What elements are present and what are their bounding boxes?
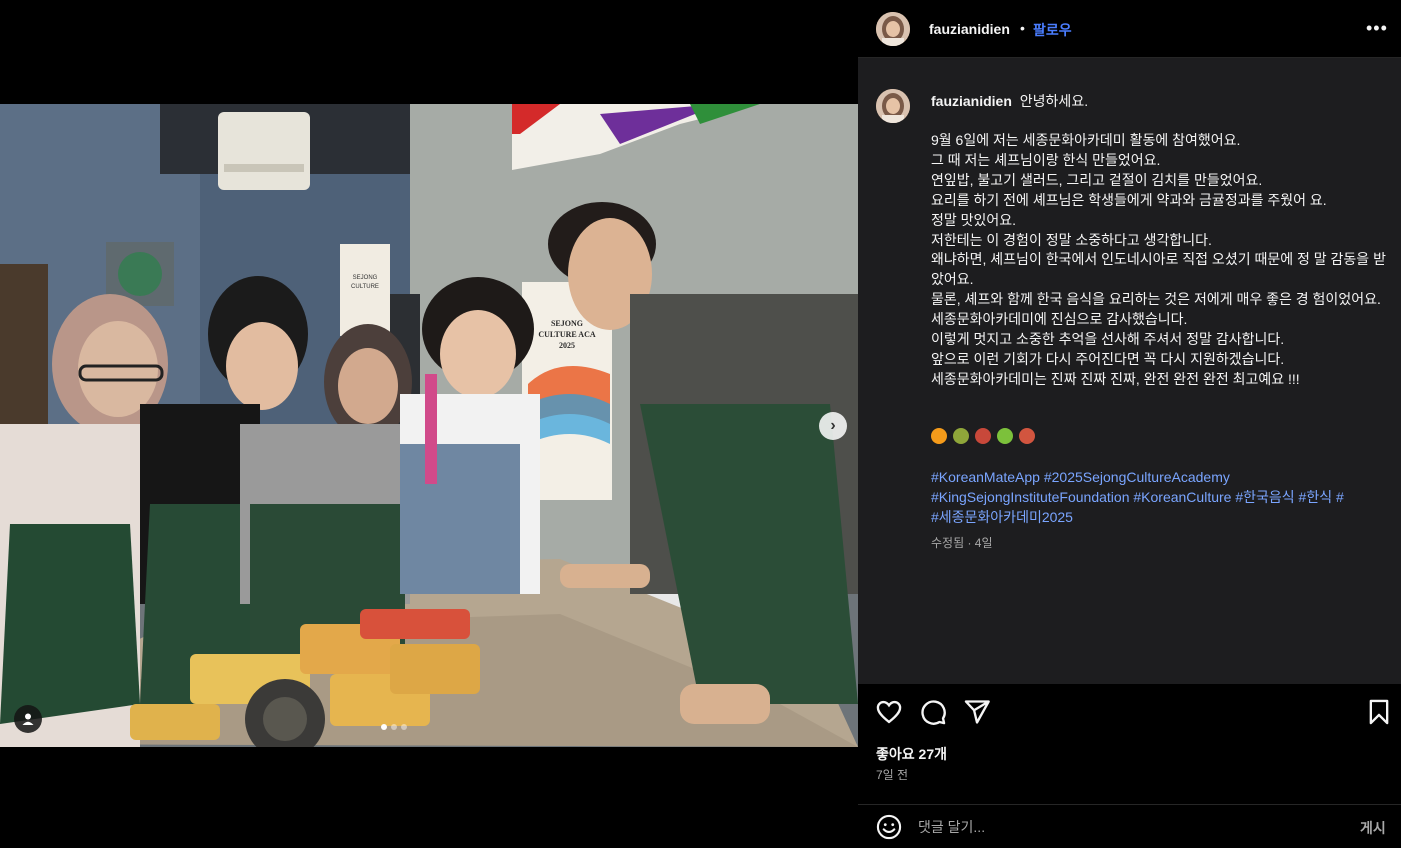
caption-body: 9월 6일에 저는 세종문화아카데미 활동에 참여했어요. 그 때 저는 셰프님… bbox=[931, 131, 1393, 390]
carousel-dot bbox=[401, 724, 407, 730]
action-bar: 좋아요 27개 7일 전 bbox=[858, 684, 1401, 794]
post-time[interactable]: 7일 전 bbox=[876, 766, 908, 783]
edited-timestamp: 수정됨 · 4일 bbox=[931, 536, 993, 550]
caption-line: 그 때 저는 셰프님이랑 한식 만들었어요. bbox=[931, 151, 1161, 168]
more-options-icon[interactable]: ••• bbox=[1366, 18, 1388, 39]
caption-line: 물론, 셰프와 함께 한국 음식을 요리하는 것은 저에게 매우 좋은 경 험이… bbox=[931, 291, 1381, 308]
hashtag-link[interactable]: #한식 bbox=[1299, 489, 1333, 505]
caption-username[interactable]: fauzianidien bbox=[931, 93, 1012, 109]
comment-bar: 게시 bbox=[858, 804, 1401, 848]
user-icon bbox=[22, 713, 34, 725]
caption-line: 정말 맛있어요. bbox=[931, 211, 1017, 228]
hashtag-link[interactable]: #한국음식 bbox=[1235, 489, 1294, 505]
chevron-right-icon: › bbox=[830, 417, 836, 434]
comment-icon[interactable] bbox=[919, 698, 947, 726]
author-avatar[interactable] bbox=[876, 12, 910, 46]
caption-author-avatar[interactable] bbox=[876, 89, 910, 123]
carousel-dot bbox=[391, 724, 397, 730]
emoji-smile-icon[interactable] bbox=[875, 813, 903, 841]
bookmark-icon[interactable] bbox=[1365, 698, 1393, 726]
photo-illustration: SEJONG CULTURE SEJONG CULTURE ACA 2025 bbox=[0, 104, 858, 747]
caption-line: 9월 6일에 저는 세종문화아카데미 활동에 참여했어요. bbox=[931, 132, 1241, 148]
svg-text:SEJONG: SEJONG bbox=[353, 275, 378, 281]
next-photo-button[interactable]: › bbox=[819, 412, 847, 440]
carousel-dot bbox=[381, 724, 387, 730]
caption-greeting: 안녕하세요. bbox=[1019, 93, 1089, 109]
post-photo[interactable]: SEJONG CULTURE SEJONG CULTURE ACA 2025 bbox=[0, 104, 858, 747]
caption-section: fauzianidien 안녕하세요. 9월 6일에 저는 세종문화아카데미 활… bbox=[858, 58, 1401, 684]
likes-count[interactable]: 좋아요 27개 bbox=[876, 744, 947, 764]
kiwi-icon bbox=[953, 428, 969, 444]
caption-line: 앞으로 이런 기회가 다시 주어진다면 꼭 다시 지원하겠습니다. bbox=[931, 350, 1285, 367]
kiwi-slice-icon bbox=[997, 428, 1013, 444]
hashtag-link[interactable]: #2025SejongCultureAcademy bbox=[1044, 469, 1230, 485]
hashtags: #KoreanMateApp #2025SejongCultureAcademy… bbox=[931, 469, 1344, 525]
caption-line: 세종문화아카데미에 진심으로 감사했습니다. bbox=[931, 311, 1188, 328]
media-viewer: SEJONG CULTURE SEJONG CULTURE ACA 2025 › bbox=[0, 0, 858, 848]
bowl-icon bbox=[1019, 428, 1035, 444]
caption-first-line: fauzianidien 안녕하세요. bbox=[931, 92, 1088, 110]
hashtag-link[interactable]: #KoreanMateApp bbox=[931, 469, 1040, 485]
hashtag-link[interactable]: #세종문화아카데미2025 bbox=[931, 509, 1073, 525]
post-header: fauzianidien • 팔로우 ••• bbox=[858, 0, 1401, 58]
tangerine-icon bbox=[931, 428, 947, 444]
separator-dot: • bbox=[1020, 20, 1025, 36]
bacon-icon bbox=[975, 428, 991, 444]
post-details-panel: fauzianidien • 팔로우 ••• fauzianidien 안녕하세… bbox=[858, 0, 1401, 848]
comment-input[interactable] bbox=[918, 817, 1318, 837]
hashtag-link[interactable]: #KingSejongInstituteFoundation bbox=[931, 489, 1129, 505]
caption-line: 연잎밥, 불고기 샐러드, 그리고 겉절이 김치를 만들었어요. bbox=[931, 171, 1263, 188]
follow-button[interactable]: 팔로우 bbox=[1033, 20, 1072, 40]
caption-emojis bbox=[931, 428, 1035, 444]
caption-line: 이렇게 멋지고 소중한 추억을 선사해 주셔서 정말 감사합니다. bbox=[931, 331, 1285, 348]
svg-text:SEJONG: SEJONG bbox=[551, 319, 583, 328]
svg-text:CULTURE ACA: CULTURE ACA bbox=[538, 330, 595, 339]
caption-line: 세종문화아카데미는 진짜 진짜 진짜, 완전 완전 완전 최고예요 !!! bbox=[931, 370, 1300, 387]
tagged-users-button[interactable] bbox=[14, 705, 42, 733]
hashtag-link[interactable]: #KoreanCulture bbox=[1133, 489, 1231, 505]
post-comment-button[interactable]: 게시 bbox=[1360, 818, 1386, 838]
author-username[interactable]: fauzianidien bbox=[929, 21, 1010, 37]
carousel-indicator bbox=[381, 724, 407, 730]
caption-line: 요리를 하기 전에 셰프님은 학생들에게 약과와 금귤정과를 주웠어 요. bbox=[931, 191, 1327, 208]
svg-text:2025: 2025 bbox=[559, 341, 575, 350]
heart-icon[interactable] bbox=[875, 698, 903, 726]
caption-line: 왜냐하면, 셰프님이 한국에서 인도네시아로 직접 오셨기 때문에 정 말 감동… bbox=[931, 251, 1386, 288]
svg-text:CULTURE: CULTURE bbox=[351, 284, 379, 290]
share-icon[interactable] bbox=[963, 698, 991, 726]
caption-line: 저한테는 이 경험이 정말 소중하다고 생각합니다. bbox=[931, 231, 1212, 248]
